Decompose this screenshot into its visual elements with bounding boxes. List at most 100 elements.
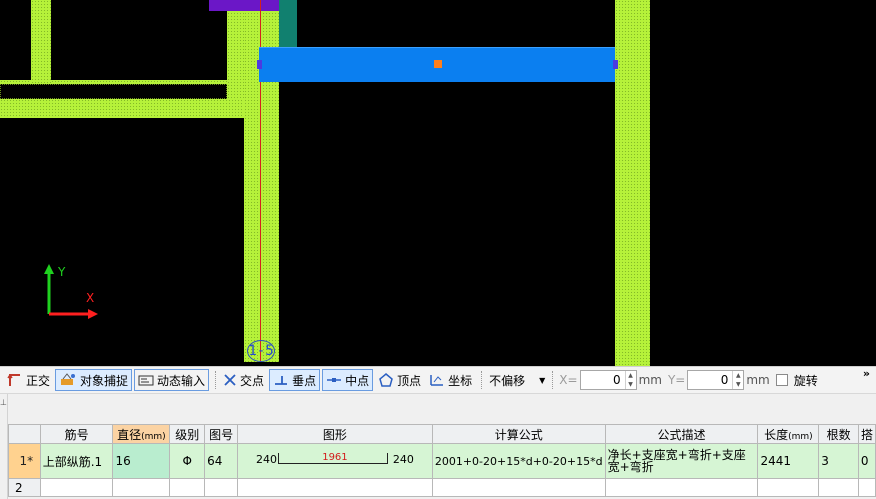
offset-value: 不偏移 [489,373,526,388]
header-figure-no[interactable]: 图号 [204,424,239,444]
rebar-table: 筋号 直径(mm) 级别 图号 图形 计算公式 公式描述 长度(mm) 根数 搭… [8,424,876,497]
midpoint-icon [327,378,342,382]
ortho-button[interactable]: 正交 [4,369,53,391]
chevron-down-icon: ▼ [539,375,546,385]
dynamic-input-button[interactable]: 动态输入 [134,369,210,391]
x-offset-value: 0 [612,373,621,387]
pin-icon: ⊥ [0,398,7,407]
ucs-y-label: Y [57,265,66,279]
cell-count[interactable]: 3 [818,443,859,479]
header-bar-name[interactable]: 筋号 [39,424,114,444]
header-diameter-label: 直径 [117,427,142,442]
header-length[interactable]: 长度(mm) [757,424,820,444]
coordinate-icon [430,375,444,386]
perpendicular-icon [275,376,288,385]
cell-lap[interactable]: 0 [857,443,876,479]
object-snap-icon [61,373,76,385]
vertex-snap-button[interactable]: 顶点 [375,369,424,391]
cell-shape[interactable] [237,478,433,497]
cell-diameter[interactable]: 16 [112,443,171,479]
intersection-icon [224,374,236,386]
cell-figure-no[interactable]: 64 [204,443,239,479]
ucs-x-label: X [86,291,94,305]
axis-label-bubble: 1-5 [247,340,275,362]
midpoint-snap-button[interactable]: 中点 [322,369,374,391]
header-count[interactable]: 根数 [818,424,859,444]
ucs-axis-icon: Y X [44,264,98,319]
cell-bar-name[interactable]: 上部纵筋.1 [39,443,114,479]
cell-count[interactable] [818,478,859,497]
beam-end-grip[interactable] [613,60,618,69]
cell-bar-name[interactable] [39,478,114,497]
wall-horizontal-left [0,99,244,118]
cad-drawing-canvas[interactable]: 1-5 Y X [0,0,876,366]
table-row[interactable]: 2 [8,478,876,497]
cell-formula[interactable]: 2001+0-20+15*d+0-20+15*d [431,443,606,479]
coordinate-label: 坐标 [448,373,473,388]
object-snap-label: 对象捕捉 [80,373,129,388]
shape-right-length: 240 [392,453,414,466]
x-unit: mm [638,373,662,387]
cell-diameter[interactable] [112,478,171,497]
rebar-shape-diagram: 240 1961 240 [239,445,432,478]
header-row-index [8,424,41,444]
coordinate-snap-button[interactable]: 坐标 [426,369,475,391]
snap-toolbar: 正交 对象捕捉 动态输入 交点 垂点 中点 顶点 坐标 不偏移 ▼ X= 0 ▲… [0,366,876,394]
vertex-icon [379,373,393,387]
object-snap-button[interactable]: 对象捕捉 [55,369,133,391]
offset-dropdown[interactable]: 不偏移 ▼ [486,370,548,390]
x-spinner-icon[interactable]: ▲ ▼ [624,371,636,389]
toolbar-separator [481,371,483,389]
wall-vertical-left-thin [227,0,244,99]
header-diameter-unit: (mm) [141,431,166,442]
cell-figure-no[interactable] [204,478,239,497]
x-offset-input[interactable]: 0 ▲ ▼ [579,370,637,390]
row-index[interactable]: 2 [8,478,41,497]
toolbar-separator [215,371,217,389]
rotate-checkbox[interactable] [775,374,788,386]
y-offset-value: 0 [720,373,729,387]
selected-element-block [209,0,279,11]
header-shape[interactable]: 图形 [237,424,433,444]
vertex-label: 顶点 [397,373,422,388]
y-label: Y= [667,373,686,387]
beam-mid-grip[interactable] [434,60,442,68]
cell-grade[interactable]: Φ [169,443,206,479]
rotate-label: 旋转 [793,373,818,388]
header-length-label: 长度 [764,427,789,442]
toolbar-separator [552,371,554,389]
intersection-snap-button[interactable]: 交点 [220,369,267,391]
cell-lap[interactable] [857,478,876,497]
header-lap[interactable]: 搭 [857,424,876,444]
toolbar-overflow-icon[interactable]: » [863,367,870,380]
column-block [279,0,297,48]
rebar-grid-panel: ⊥ 筋号 直径(mm) 级别 图号 图形 计算公式 公式描述 长度(mm) 根数… [0,394,876,499]
table-header-row: 筋号 直径(mm) 级别 图号 图形 计算公式 公式描述 长度(mm) 根数 搭 [8,424,876,444]
row-index[interactable]: 1* [8,443,41,479]
cell-length[interactable]: 2441 [757,443,820,479]
dynamic-input-label: 动态输入 [157,373,206,388]
cell-grade[interactable] [169,478,206,497]
header-grade[interactable]: 级别 [169,424,206,444]
y-spinner-icon[interactable]: ▲ ▼ [732,371,743,389]
panel-pin-strip[interactable]: ⊥ [0,394,8,499]
header-description[interactable]: 公式描述 [604,424,759,444]
header-length-unit: (mm) [788,431,813,442]
beam-start-grip[interactable] [257,60,262,69]
ortho-label: 正交 [26,373,51,388]
x-label: X= [559,373,578,387]
table-row[interactable]: 1* 上部纵筋.1 16 Φ 64 240 1961 240 2001+0-20… [8,443,876,479]
midpoint-label: 中点 [345,373,370,388]
wall-vertical-right [615,0,650,366]
y-offset-input[interactable]: 0 ▲ ▼ [687,370,745,390]
cell-description[interactable]: 净长+支座宽+弯折+支座宽+弯折 [604,443,759,479]
cell-formula[interactable] [431,478,606,497]
perpendicular-snap-button[interactable]: 垂点 [269,369,321,391]
ortho-icon [7,374,20,386]
cell-description[interactable] [604,478,759,497]
header-diameter[interactable]: 直径(mm) [112,424,171,444]
cell-shape[interactable]: 240 1961 240 [237,443,433,479]
cell-length[interactable] [757,478,820,497]
perpendicular-label: 垂点 [292,373,317,388]
header-formula[interactable]: 计算公式 [431,424,606,444]
